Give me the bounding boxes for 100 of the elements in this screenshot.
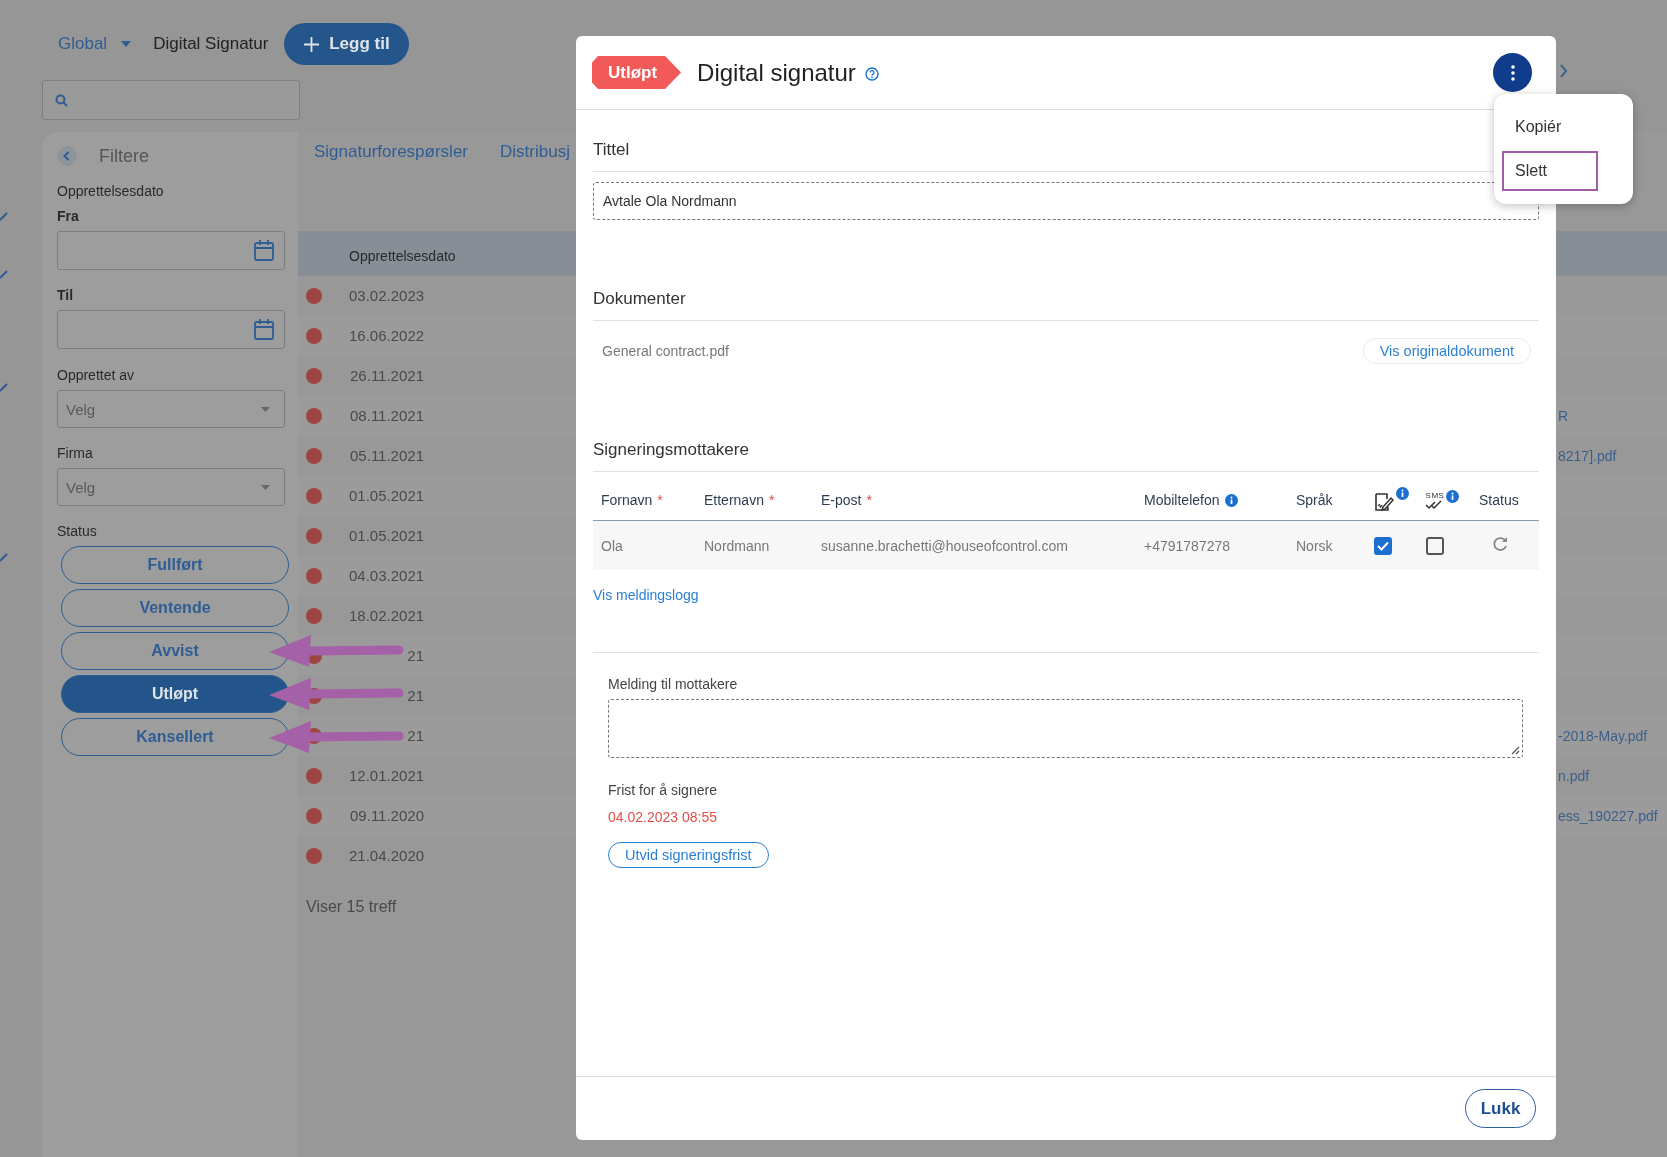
check-icon xyxy=(0,553,8,563)
add-button[interactable]: Legg til xyxy=(284,23,410,65)
status-dot xyxy=(306,488,322,504)
status-dot xyxy=(306,448,322,464)
caret-icon[interactable] xyxy=(261,484,270,490)
resize-handle-icon[interactable] xyxy=(1511,746,1520,755)
search-field[interactable] xyxy=(42,80,300,120)
message-field[interactable] xyxy=(608,699,1523,758)
field-label: Fra xyxy=(57,207,79,225)
date-cell: 18.02.2021 xyxy=(349,607,425,624)
checkbox[interactable] xyxy=(1426,536,1444,555)
select-field[interactable]: Velg xyxy=(57,390,285,428)
message-log-link[interactable]: Vis meldingslogg xyxy=(593,586,699,604)
page-title: Digital Signatur xyxy=(153,34,269,54)
field-label: Melding til mottakere xyxy=(608,675,739,693)
tab[interactable]: Distribusj xyxy=(500,142,570,162)
status-filter-button[interactable]: Utløpt xyxy=(61,675,289,713)
view-document-button[interactable]: Vis originaldokument xyxy=(1362,338,1531,364)
dialog-title: Digital signatur xyxy=(697,58,856,87)
table-cell: Ola xyxy=(601,537,623,554)
date-cell: 03.02.2023 xyxy=(349,287,425,304)
help-icon[interactable] xyxy=(864,66,879,81)
status-dot xyxy=(306,328,322,344)
date-cell: 21 xyxy=(407,687,424,704)
file-link[interactable]: R xyxy=(1558,408,1569,424)
date-field[interactable] xyxy=(57,310,285,349)
field-label: Firma xyxy=(57,444,93,462)
date-cell: 26.11.2021 xyxy=(350,367,424,384)
status-dot xyxy=(306,408,322,424)
info-icon xyxy=(1446,490,1459,503)
date-cell: 21 xyxy=(407,647,424,664)
signature-icon xyxy=(1373,491,1395,513)
file-link[interactable]: -2018-May.pdf xyxy=(1558,728,1648,744)
chevron-icon[interactable] xyxy=(1560,64,1567,78)
status-dot xyxy=(306,768,322,784)
date-cell: 12.01.2021 xyxy=(349,767,425,784)
filter-title: Filtere xyxy=(99,145,149,167)
date-cell: 05.11.2021 xyxy=(350,447,424,464)
required-mark: * xyxy=(657,492,663,508)
check-icon xyxy=(0,270,8,280)
column-header: Fornavn xyxy=(601,492,653,508)
status-dot xyxy=(306,808,322,824)
close-button[interactable]: Lukk xyxy=(1465,1089,1536,1128)
file-link[interactable]: ess_190227.pdf xyxy=(1558,808,1658,824)
column-header: Status xyxy=(1479,492,1519,508)
back-icon[interactable] xyxy=(57,146,77,166)
column-header: Opprettelsesdato xyxy=(349,248,456,266)
status-dot xyxy=(306,528,322,544)
file-link[interactable]: n.pdf xyxy=(1558,768,1590,784)
plus-icon xyxy=(304,36,320,52)
check-icon xyxy=(0,212,8,222)
calendar-icon[interactable] xyxy=(254,240,274,261)
file-link[interactable]: 8217].pdf xyxy=(1558,448,1617,464)
menu-item[interactable]: Kopiér xyxy=(1502,107,1598,147)
menu-item[interactable]: Slett xyxy=(1502,151,1598,191)
column-header: Mobiltelefon xyxy=(1144,492,1220,508)
extend-deadline-button[interactable]: Utvid signeringsfrist xyxy=(608,842,769,868)
column-header: Språk xyxy=(1296,492,1333,508)
field-label: Opprettelsesdato xyxy=(57,182,164,200)
required-mark: * xyxy=(866,492,872,508)
section-heading: Signeringsmottakere xyxy=(593,439,1539,472)
table-cell: Nordmann xyxy=(704,537,770,554)
kebab-icon xyxy=(1510,64,1515,81)
date-field[interactable] xyxy=(57,231,285,270)
tab[interactable]: Signaturforespørsler xyxy=(314,142,468,162)
field-label: Opprettet av xyxy=(57,366,135,384)
select-field[interactable]: Velg xyxy=(57,468,285,506)
info-icon xyxy=(1396,487,1409,500)
date-cell: 01.05.2021 xyxy=(349,527,425,544)
field-label: Til xyxy=(57,286,74,304)
field-label: Status xyxy=(57,522,97,540)
field-label: Frist for å signere xyxy=(608,781,718,799)
table-cell: +4791787278 xyxy=(1144,537,1231,554)
check-icon xyxy=(0,383,8,393)
date-cell: 21.04.2020 xyxy=(349,847,425,864)
column-header: Etternavn xyxy=(704,492,764,508)
search-icon xyxy=(55,93,68,107)
caret-icon[interactable] xyxy=(261,406,270,412)
column-header: E-post xyxy=(821,492,862,508)
calendar-icon[interactable] xyxy=(254,319,274,340)
status-dot xyxy=(306,368,322,384)
section-heading: Dokumenter xyxy=(593,288,1539,321)
status-dot xyxy=(306,848,322,864)
status-dot xyxy=(306,288,322,304)
caret-icon[interactable] xyxy=(121,41,132,47)
checkbox[interactable] xyxy=(1374,536,1392,555)
table-cell: Norsk xyxy=(1296,537,1333,554)
more-button[interactable] xyxy=(1493,53,1532,92)
info-icon xyxy=(1224,493,1238,507)
document-name: General contract.pdf xyxy=(602,343,729,359)
refresh-icon[interactable] xyxy=(1491,534,1509,553)
scope-dropdown[interactable]: Global xyxy=(58,34,108,54)
required-mark: * xyxy=(768,492,775,508)
deadline-value: 04.02.2023 08:55 xyxy=(608,808,718,826)
date-cell: 01.05.2021 xyxy=(349,487,425,504)
date-cell: 08.11.2021 xyxy=(350,407,424,424)
status-dot xyxy=(306,568,322,584)
date-cell: 16.06.2022 xyxy=(349,327,425,344)
status-badge: Utløpt xyxy=(592,56,682,89)
result-count: Viser 15 treff xyxy=(306,898,398,916)
